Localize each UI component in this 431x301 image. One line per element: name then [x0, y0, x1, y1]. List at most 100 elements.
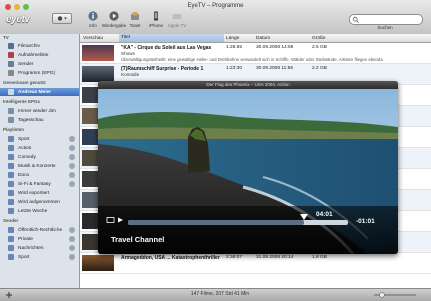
sidebar-item-action[interactable]: Action	[0, 144, 79, 152]
column-duration[interactable]: Länge	[226, 36, 239, 41]
sidebar-item-filmarchiv[interactable]: Filmarchiv	[0, 42, 79, 50]
sidebar-item-sport[interactable]: Sport	[0, 135, 79, 143]
appletv-label: Apple TV	[167, 23, 187, 28]
preview-thumbnail	[82, 66, 114, 82]
sidebar-item-tagesschau[interactable]: Tagesschau	[0, 116, 79, 124]
sidebar-item-label: Action	[18, 145, 32, 151]
record-icon	[8, 52, 14, 58]
playlist-icon	[8, 199, 14, 205]
count-badge	[69, 172, 75, 178]
sidebar-item-label: Comedy	[18, 154, 36, 160]
sidebar-item-sport-channels[interactable]: Sport	[0, 253, 79, 261]
channel-group-icon	[8, 254, 14, 260]
channel-group-icon	[8, 245, 14, 251]
sidebar-item-programm[interactable]: Programm (EPG)	[0, 69, 79, 77]
sidebar-item-immer-wieder-jim[interactable]: Immer wieder Jim	[0, 107, 79, 115]
shared-library-icon	[8, 89, 14, 95]
sidebar-item-label: Doco	[18, 172, 30, 178]
count-badge	[69, 245, 75, 251]
section-shared-header: Gemeinsam genutzt	[3, 80, 46, 85]
player-title: Der Flug des Phoenix – USA 2004, Action	[98, 81, 398, 89]
row-size: 2.5 GB	[312, 45, 327, 50]
table-row[interactable]: Armageddon, USA ... Katastrophenthriller…	[80, 253, 431, 274]
epg-icon	[8, 70, 14, 76]
search-label: Suchen	[377, 25, 393, 30]
sidebar-item-label: Musik & Konzerte	[18, 163, 56, 169]
row-genre: Shows	[121, 51, 135, 56]
play-button[interactable]: Wiedergabe	[102, 11, 126, 32]
section-tv-header: TV	[3, 35, 9, 40]
player-controls	[98, 206, 398, 254]
preview-thumbnail	[82, 255, 114, 271]
action-menu-button[interactable]	[52, 13, 72, 24]
zoom-slider[interactable]	[370, 291, 420, 299]
channel-name: Travel Channel	[111, 235, 165, 244]
info-button[interactable]: Info	[82, 11, 104, 32]
row-genre: Komödie	[121, 72, 140, 77]
sidebar-item-wird-aufgenommen[interactable]: Wird aufgenommen	[0, 198, 79, 206]
sidebar-item-oeffentlich-rechtliche[interactable]: Öffentlich-Rechtliche	[0, 226, 79, 234]
row-size: 2.2 GB	[312, 66, 327, 71]
iphone-icon	[154, 11, 158, 21]
sidebar-item-andreas-meier[interactable]: Andreas Meier	[0, 88, 79, 96]
sidebar-item-label: Wird aufgenommen	[18, 199, 60, 205]
aspect-ratio-icon[interactable]	[106, 216, 126, 224]
window-title: EyeTV – Programme	[187, 3, 244, 9]
search-input[interactable]	[349, 14, 423, 25]
status-text: 147 Filme, 207 Std 41 Min	[190, 291, 250, 297]
sidebar-item-nachrichten[interactable]: Nachrichten	[0, 244, 79, 252]
column-size[interactable]: Größe	[312, 36, 326, 41]
playhead-handle[interactable]	[300, 214, 308, 220]
row-duration: 1:26:55	[226, 45, 243, 50]
count-badge	[69, 254, 75, 260]
playlist-icon	[8, 163, 14, 169]
sidebar-item-musik[interactable]: Musik & Konzerte	[0, 162, 79, 170]
row-size: 1.8 GB	[312, 255, 327, 260]
channel-group-icon	[8, 236, 14, 242]
sidebar-item-comedy[interactable]: Comedy	[0, 153, 79, 161]
film-archive-icon	[8, 43, 14, 49]
row-title: Armageddon, USA ... Katastrophenthriller	[121, 255, 220, 261]
sidebar-item-label: Immer wieder Jim	[18, 108, 56, 114]
toast-button[interactable]: Toast	[124, 11, 146, 32]
row-description: Überwältigungsästhetik: eine gewaltige H…	[121, 57, 383, 62]
column-preview[interactable]: Vorschau	[83, 36, 103, 41]
playlist-icon	[8, 145, 14, 151]
sidebar-item-aufnahmeliste[interactable]: Aufnahmeliste	[0, 51, 79, 59]
video-player-window[interactable]: Der Flug des Phoenix – USA 2004, Action …	[98, 81, 398, 254]
column-title[interactable]: Titel	[119, 34, 224, 42]
playback-progress-bar[interactable]	[128, 220, 348, 225]
column-date[interactable]: Datum	[256, 36, 270, 41]
sidebar-item-label: Filmarchiv	[18, 43, 40, 49]
section-playlists-header: Playlisten	[3, 127, 25, 132]
iphone-button[interactable]: iPhone	[145, 11, 167, 32]
sidebar-item-label: Tagesschau	[18, 117, 44, 123]
sidebar-item-wird-exportiert[interactable]: Wird exportiert	[0, 189, 79, 197]
sidebar-item-label: Nachrichten	[18, 245, 44, 251]
row-date: 31.08.2008 20:14	[256, 255, 294, 260]
playlist-icon	[8, 190, 14, 196]
sidebar-item-doco[interactable]: Doco	[0, 171, 79, 179]
playlist-icon	[8, 172, 14, 178]
title-bar: EyeTV – Programme eyetv Info Wiedergabe …	[0, 0, 431, 35]
table-row[interactable]: "KA" - Cirque du Soleil aus Las Vegas Sh…	[80, 43, 431, 64]
row-duration: 1:23:30	[226, 66, 243, 71]
channel-icon	[8, 61, 14, 67]
sidebar-item-label: Letzte Woche	[18, 208, 48, 214]
sidebar-item-label: Si-Fi & Fantasy	[18, 181, 51, 187]
sidebar-item-sender[interactable]: Sender	[0, 60, 79, 68]
smart-epg-icon	[8, 108, 14, 114]
sidebar-item-scifi[interactable]: Si-Fi & Fantasy	[0, 180, 79, 188]
sidebar-item-private[interactable]: Private	[0, 235, 79, 243]
sidebar-item-label: Sport	[18, 136, 30, 142]
sidebar-item-letzte-woche[interactable]: Letzte Woche	[0, 207, 79, 215]
count-badge	[69, 145, 75, 151]
table-header: Vorschau Titel Länge Datum Größe	[80, 34, 431, 43]
smart-epg-icon	[8, 117, 14, 123]
count-badge	[69, 236, 75, 242]
sidebar-item-label: Aufnahmeliste	[18, 52, 49, 58]
add-icon[interactable]	[4, 291, 14, 299]
elapsed-time: 04:01	[316, 211, 333, 218]
appletv-button[interactable]: Apple TV	[166, 11, 188, 32]
row-date: 30.09.2008 14:59	[256, 45, 294, 50]
